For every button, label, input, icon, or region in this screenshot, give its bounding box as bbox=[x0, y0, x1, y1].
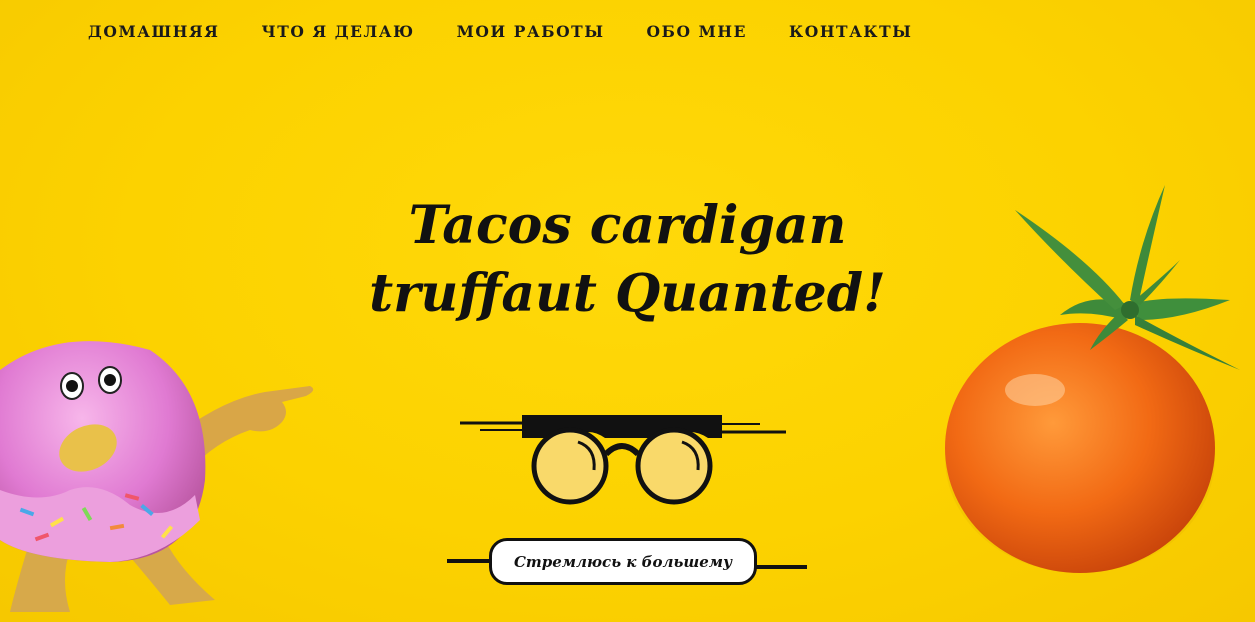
cta-button[interactable]: Стремлюсь к большему bbox=[489, 538, 757, 585]
nav-item-what-i-do[interactable]: ЧТО Я ДЕЛАЮ bbox=[262, 20, 415, 44]
cta-line-left bbox=[447, 559, 491, 563]
nav-item-home[interactable]: ДОМАШНЯЯ bbox=[88, 20, 220, 44]
nav-item-about-me[interactable]: ОБО МНЕ bbox=[647, 20, 747, 44]
tomato-icon bbox=[945, 185, 1240, 573]
cta-line-right bbox=[755, 565, 807, 569]
donut-character-icon bbox=[0, 341, 314, 612]
glasses-icon bbox=[460, 415, 786, 505]
nav-item-contacts[interactable]: КОНТАКТЫ bbox=[789, 20, 912, 44]
main-nav: ДОМАШНЯЯ ЧТО Я ДЕЛАЮ МОИ РАБОТЫ ОБО МНЕ … bbox=[88, 20, 912, 44]
nav-item-my-works[interactable]: МОИ РАБОТЫ bbox=[457, 20, 605, 44]
